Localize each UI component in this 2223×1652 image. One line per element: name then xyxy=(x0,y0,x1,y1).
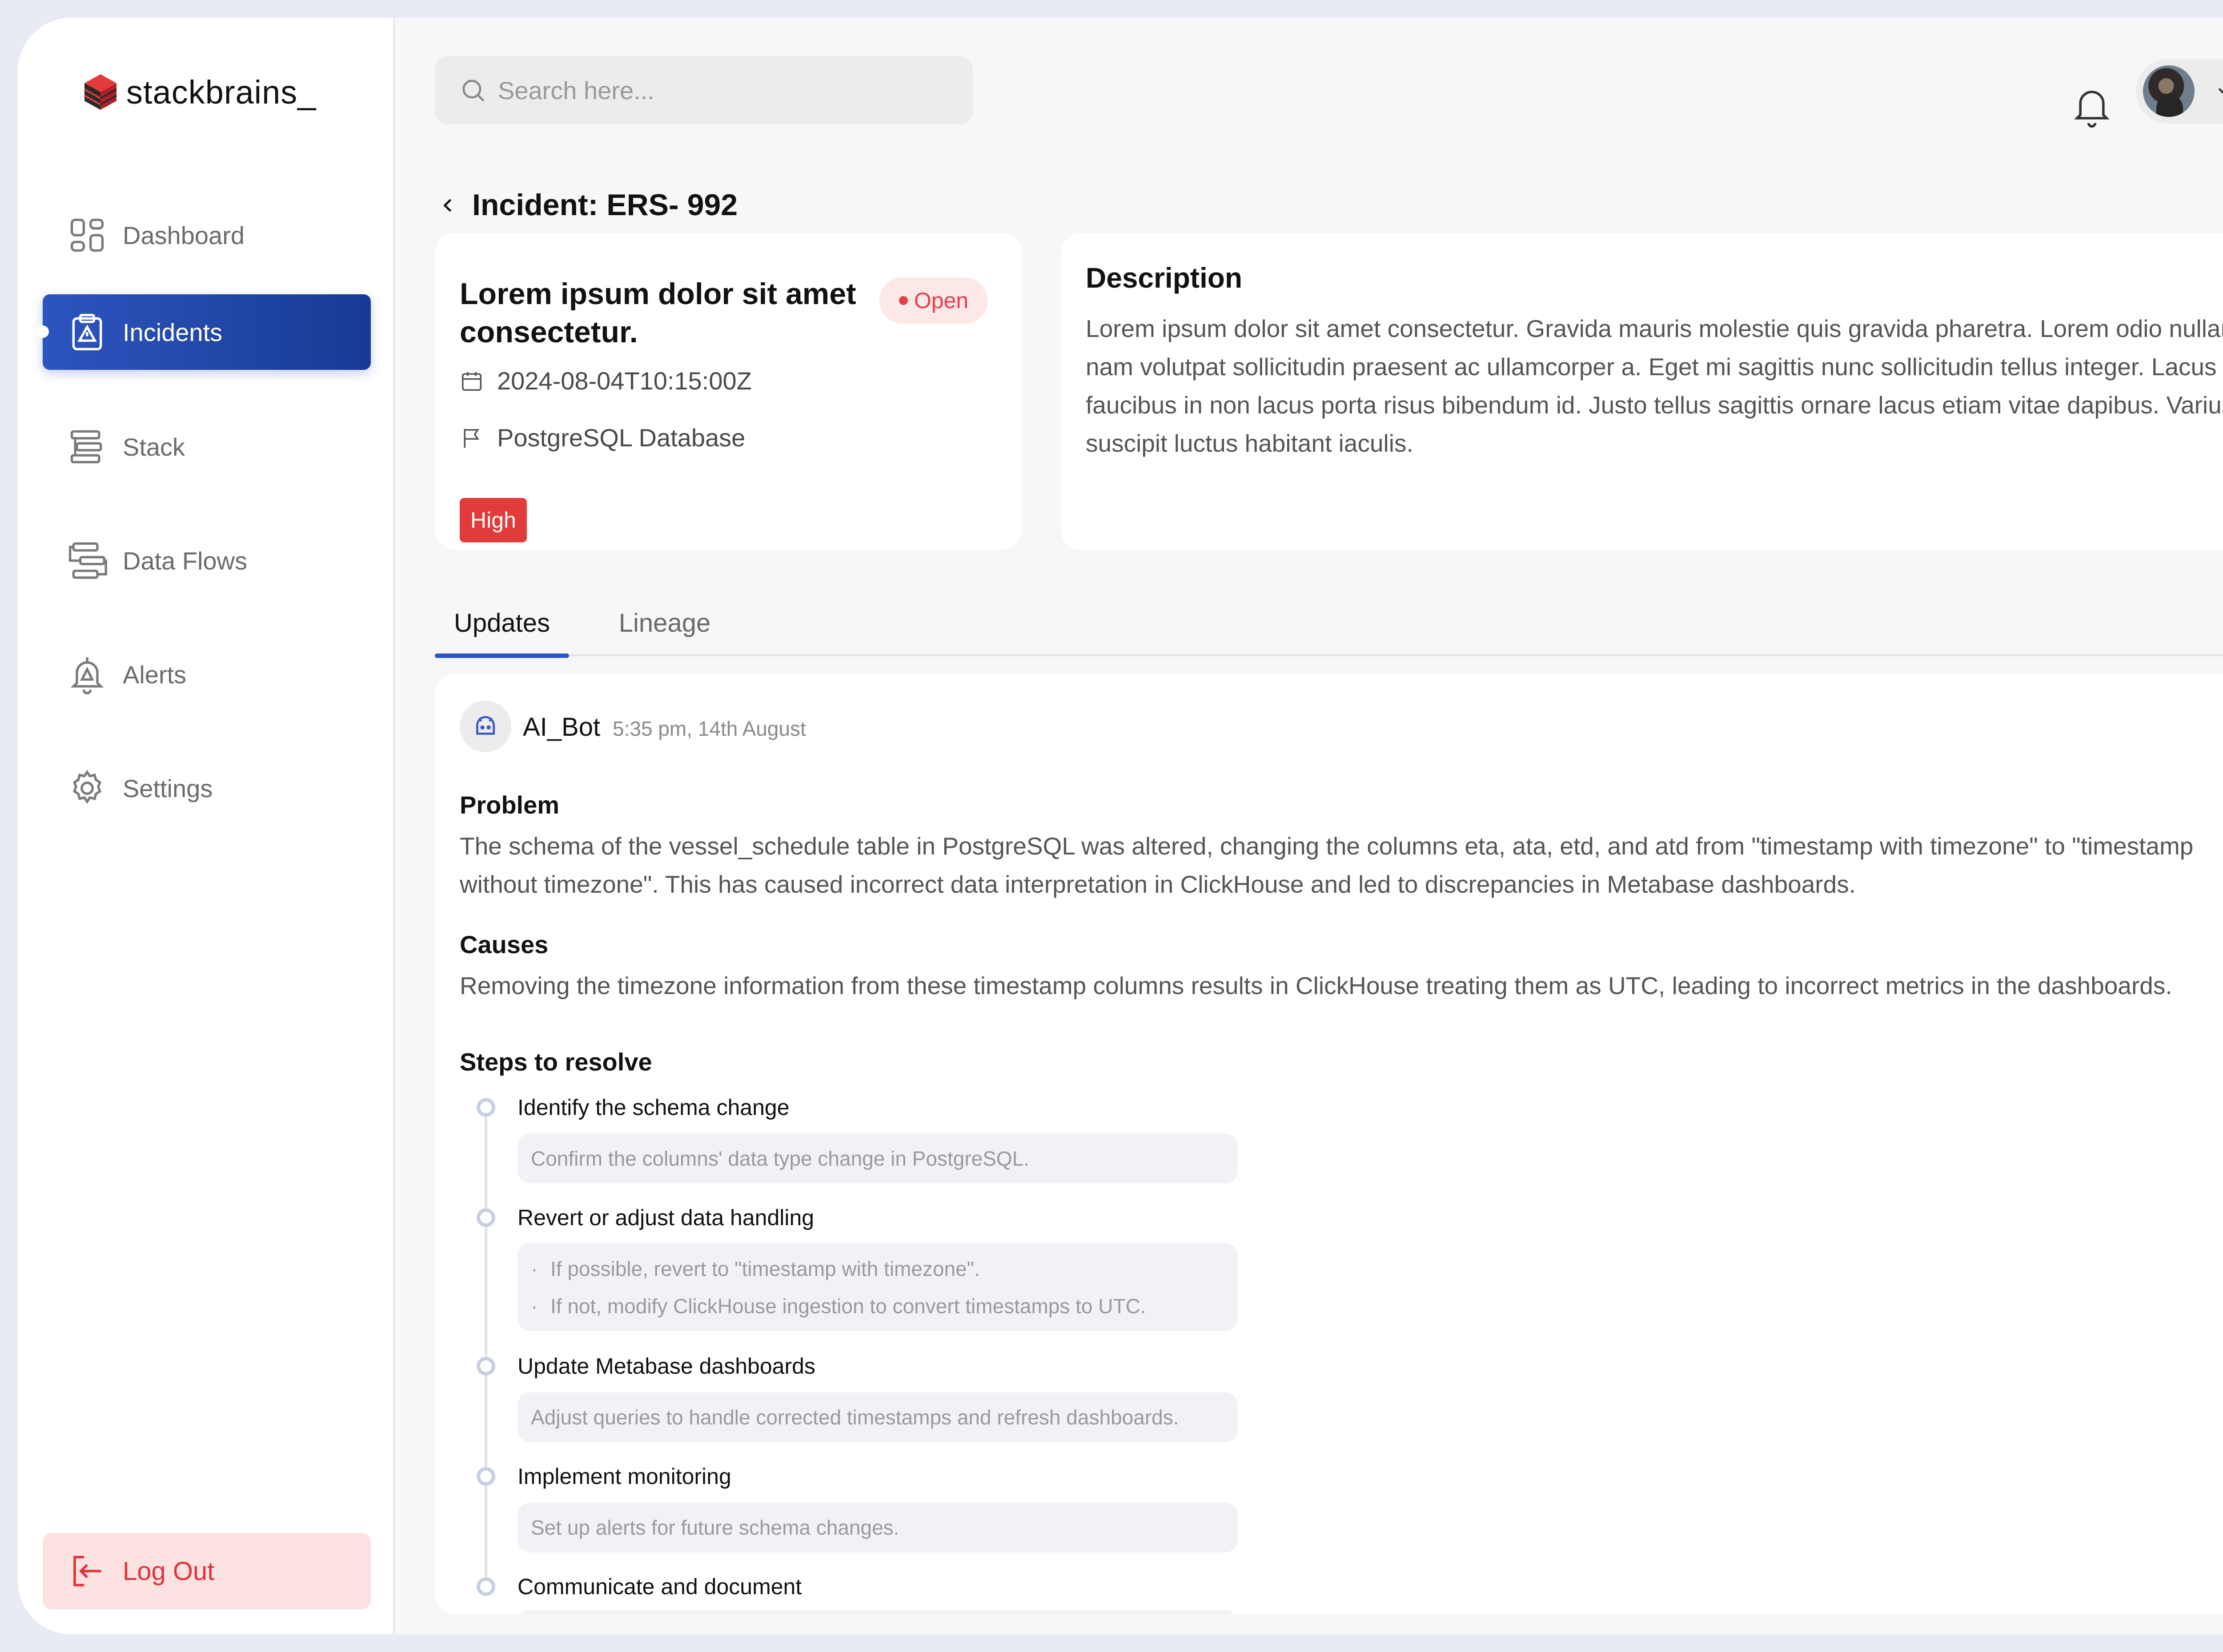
steps-timeline-line xyxy=(485,1098,487,1587)
incident-source: PostgreSQL Database xyxy=(497,424,746,452)
step-title: Communicate and document xyxy=(518,1574,802,1599)
update-time: 5:35 pm, 14th August xyxy=(613,717,806,740)
status-dot-icon xyxy=(899,296,908,305)
sidebar-item-settings[interactable]: Settings xyxy=(43,750,371,826)
chevron-down-icon xyxy=(2218,88,2223,94)
bot-avatar xyxy=(460,701,511,752)
step-detail-text: Confirm the columns' data type change in… xyxy=(531,1147,1030,1170)
step-title: Update Metabase dashboards xyxy=(518,1354,815,1379)
logout-button[interactable]: Log Out xyxy=(43,1533,371,1609)
step-marker-icon xyxy=(477,1208,495,1227)
sidebar-item-stack[interactable]: Stack xyxy=(43,409,371,485)
dashboard-icon xyxy=(65,213,109,257)
app-window: stackbrains_ Dashboard Incidents Stack D xyxy=(18,18,2223,1634)
sidebar-item-dashboard[interactable]: Dashboard xyxy=(43,197,371,273)
causes-heading: Causes xyxy=(460,930,549,958)
brand-name: stackbrains_ xyxy=(126,73,317,111)
step-detail-bullet: If possible, revert to "timestamp with t… xyxy=(531,1250,1238,1287)
profile-menu[interactable] xyxy=(2136,59,2223,124)
step-marker-icon xyxy=(477,1467,495,1486)
step-marker-icon xyxy=(477,1357,495,1375)
step-title: Implement monitoring xyxy=(518,1464,731,1489)
step-title: Revert or adjust data handling xyxy=(518,1205,815,1230)
status-badge: Open xyxy=(879,277,988,324)
step-marker-icon xyxy=(477,1577,495,1596)
sidebar-item-data-flows[interactable]: Data Flows xyxy=(43,523,371,598)
calendar-icon xyxy=(461,372,482,391)
steps-heading: Steps to resolve xyxy=(460,1048,652,1076)
logout-icon xyxy=(65,1549,109,1593)
incident-title: Lorem ipsum dolor sit amet consectetur. xyxy=(460,277,856,349)
sidebar-item-label: Incidents xyxy=(123,318,223,346)
brand-logo[interactable]: stackbrains_ xyxy=(83,72,316,112)
search-bar[interactable] xyxy=(435,56,973,124)
back-button[interactable] xyxy=(438,184,465,227)
tab-lineage[interactable]: Lineage xyxy=(609,589,720,656)
step-detail: Adjust queries to handle corrected times… xyxy=(518,1392,1238,1442)
status-label: Open xyxy=(914,288,969,313)
chevron-left-icon xyxy=(443,199,452,212)
update-card: AI_Bot 5:35 pm, 14th August Problem The … xyxy=(435,674,2223,1614)
incident-summary-card: Lorem ipsum dolor sit amet consectetur. … xyxy=(435,233,1022,549)
notification-bell-icon[interactable] xyxy=(2072,85,2112,128)
bell-alert-icon xyxy=(65,652,109,697)
incident-timestamp-row: 2024-08-04T10:15:00Z xyxy=(460,366,752,395)
sidebar-item-alerts[interactable]: Alerts xyxy=(43,637,371,712)
flag-icon xyxy=(464,429,479,448)
step-marker-icon xyxy=(477,1098,495,1117)
page-title: Incident: ERS- 992 xyxy=(472,188,738,222)
step-title: Identify the schema change xyxy=(518,1095,790,1120)
description-heading: Description xyxy=(1086,262,1243,294)
search-icon xyxy=(462,80,485,102)
robot-icon xyxy=(476,716,495,735)
sidebar-item-label: Stack xyxy=(123,433,185,461)
cube-logo-icon xyxy=(84,74,117,110)
severity-badge: High xyxy=(460,498,527,542)
incident-timestamp: 2024-08-04T10:15:00Z xyxy=(497,367,752,395)
update-author: AI_Bot xyxy=(523,713,601,742)
sidebar-item-label: Alerts xyxy=(123,660,187,689)
sidebar-item-label: Dashboard xyxy=(123,221,245,249)
logout-label: Log Out xyxy=(123,1556,215,1586)
step-detail: Set up alerts for future schema changes. xyxy=(518,1503,1238,1552)
step-detail-text: Set up alerts for future schema changes. xyxy=(531,1516,899,1539)
step-detail: Confirm the columns' data type change in… xyxy=(518,1134,1238,1183)
step-detail-text: Adjust queries to handle corrected times… xyxy=(531,1406,1179,1429)
problem-text: The schema of the vessel_schedule table … xyxy=(460,832,2194,898)
description-card: Description Lorem ipsum dolor sit amet c… xyxy=(1061,233,2223,549)
description-text: Lorem ipsum dolor sit amet consectetur. … xyxy=(1086,315,2223,457)
step-detail-bullet: If not, modify ClickHouse ingestion to c… xyxy=(531,1287,1238,1325)
sidebar: stackbrains_ Dashboard Incidents Stack D xyxy=(18,18,395,1634)
tab-updates[interactable]: Updates xyxy=(435,589,569,658)
step-detail xyxy=(518,1610,1238,1614)
incident-source-row: PostgreSQL Database xyxy=(460,423,745,452)
data-flows-icon xyxy=(65,538,109,583)
gear-icon xyxy=(65,766,109,810)
sidebar-item-label: Data Flows xyxy=(123,546,248,575)
sidebar-item-incidents[interactable]: Incidents xyxy=(36,294,371,370)
search-input[interactable] xyxy=(498,76,943,105)
problem-heading: Problem xyxy=(460,791,560,819)
sidebar-item-label: Settings xyxy=(123,774,213,802)
tab-bar: Updates Lineage xyxy=(435,589,2223,658)
stack-icon xyxy=(65,425,109,469)
incident-icon xyxy=(65,310,109,354)
causes-text: Removing the timezone information from t… xyxy=(460,972,2172,999)
avatar xyxy=(2143,65,2195,117)
step-detail: If possible, revert to "timestamp with t… xyxy=(518,1243,1238,1331)
